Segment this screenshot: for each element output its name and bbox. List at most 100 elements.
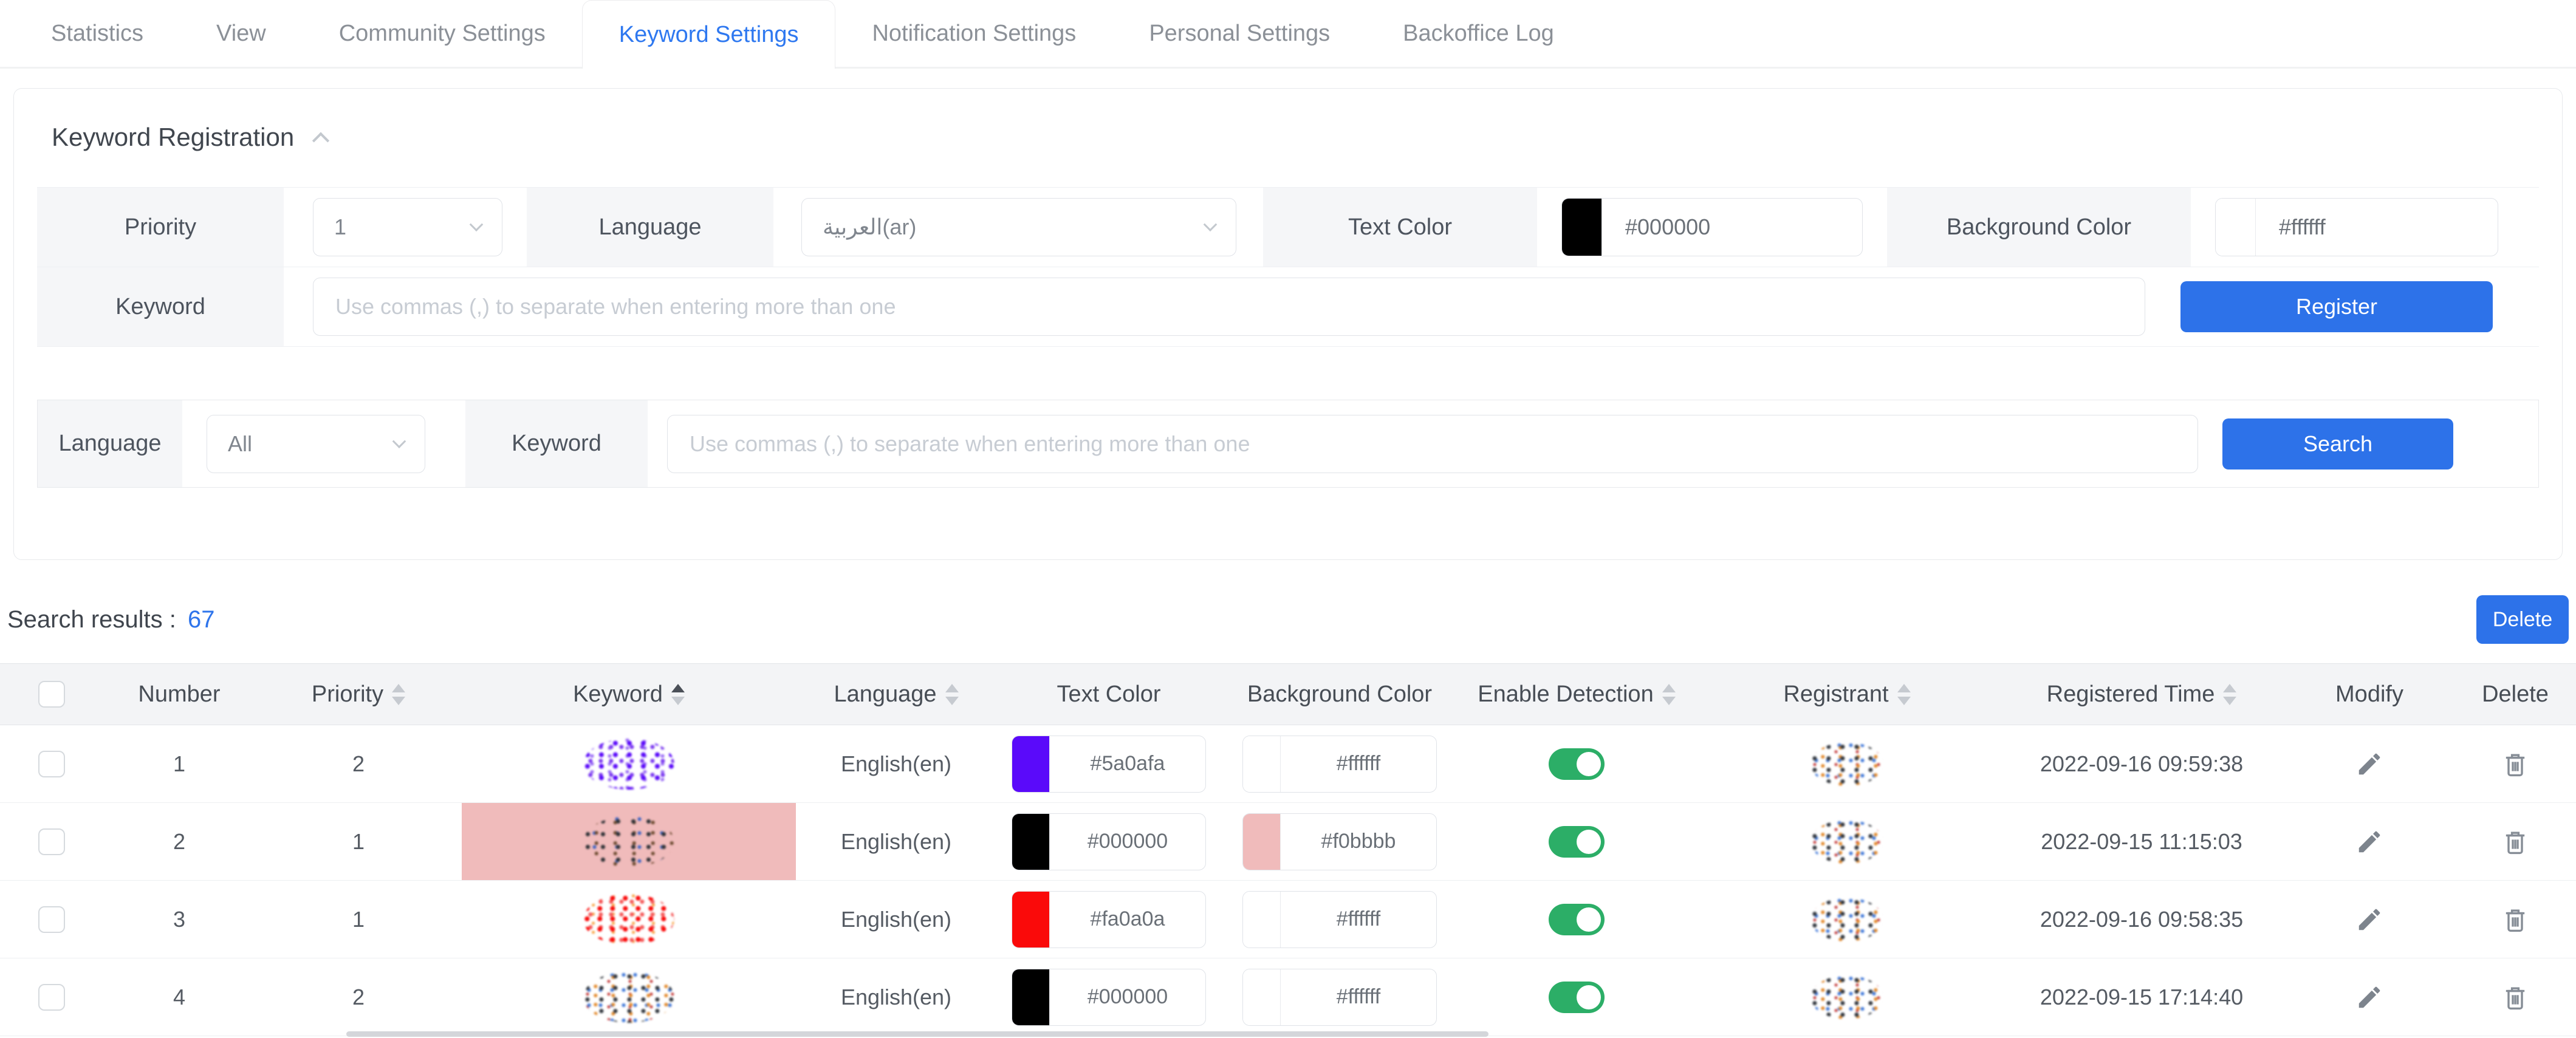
tab-backoffice-log[interactable]: Backoffice Log: [1366, 0, 1591, 67]
tab-community-settings[interactable]: Community Settings: [303, 0, 582, 67]
cell-number: 3: [103, 881, 255, 958]
header-registered-time-label: Registered Time: [2047, 681, 2215, 708]
register-button[interactable]: Register: [2180, 281, 2493, 332]
keyword-registration-form: Priority 1 Language العربية(ar) Text Col…: [37, 187, 2539, 347]
text-color-label: Text Color: [1263, 188, 1537, 267]
language-select[interactable]: العربية(ar): [801, 198, 1236, 256]
search-results-count: 67: [188, 606, 215, 633]
modify-button[interactable]: [2355, 750, 2383, 778]
chevron-down-icon: [470, 217, 484, 231]
select-all-checkbox[interactable]: [38, 681, 65, 708]
cell-language: English(en): [796, 958, 996, 1036]
header-registered-time[interactable]: Registered Time: [1999, 664, 2284, 725]
cell-keyword: [462, 958, 796, 1036]
row-checkbox[interactable]: [38, 984, 65, 1011]
delete-button[interactable]: [2501, 749, 2530, 779]
row-background-color-input[interactable]: #ffffff: [1242, 969, 1437, 1026]
tab-personal-settings[interactable]: Personal Settings: [1112, 0, 1366, 67]
enable-detection-toggle[interactable]: [1549, 826, 1605, 858]
search-language-select[interactable]: All: [207, 415, 425, 473]
keyword-input[interactable]: [313, 278, 2145, 336]
text-color-hex: #5a0afa: [1050, 736, 1205, 792]
text-color-input[interactable]: #000000: [1561, 198, 1863, 256]
horizontal-scrollbar[interactable]: [346, 1031, 1488, 1037]
cell-priority: 1: [255, 803, 462, 880]
row-text-color-input[interactable]: #5a0afa: [1012, 736, 1206, 793]
row-background-color-input[interactable]: #f0bbbb: [1242, 813, 1437, 870]
sort-arrows-icon[interactable]: [671, 684, 685, 705]
text-color-swatch: [1012, 969, 1050, 1025]
tab-statistics[interactable]: Statistics: [15, 0, 180, 67]
pencil-icon: [2355, 983, 2383, 1011]
search-keyword-input[interactable]: [667, 415, 2198, 473]
header-keyword[interactable]: Keyword: [462, 664, 796, 725]
sort-arrows-icon[interactable]: [945, 684, 959, 705]
cell-registered-time: 2022-09-15 11:15:03: [1999, 803, 2284, 880]
sort-arrows-icon[interactable]: [2223, 684, 2236, 705]
tab-bar: Statistics View Community Settings Keywo…: [0, 0, 2576, 69]
header-language[interactable]: Language: [796, 664, 996, 725]
background-color-label: Background Color: [1887, 188, 2191, 267]
row-text-color-input[interactable]: #000000: [1012, 813, 1206, 870]
text-color-hex: #000000: [1050, 814, 1205, 870]
modify-button[interactable]: [2355, 828, 2383, 856]
text-color-hex: #fa0a0a: [1050, 892, 1205, 948]
row-text-color-input[interactable]: #fa0a0a: [1012, 891, 1206, 948]
row-text-color-input[interactable]: #000000: [1012, 969, 1206, 1026]
sort-arrows-icon[interactable]: [1897, 684, 1911, 705]
tab-notification-settings[interactable]: Notification Settings: [835, 0, 1112, 67]
cell-number: 4: [103, 958, 255, 1036]
pencil-icon: [2355, 750, 2383, 778]
text-color-hex: #000000: [1050, 969, 1205, 1025]
row-checkbox[interactable]: [38, 751, 65, 777]
text-color-hex: #000000: [1602, 199, 1862, 256]
header-registrant-label: Registrant: [1783, 681, 1888, 708]
table-row: 2 1 English(en) #000000 #f0bbbb: [0, 803, 2576, 881]
registrant-blurred-text: [1810, 820, 1883, 864]
background-color-input[interactable]: #ffffff: [2215, 198, 2498, 256]
table-header-row: Number Priority Keyword Language Text Co…: [0, 663, 2576, 725]
delete-button[interactable]: [2501, 827, 2530, 856]
delete-button[interactable]: [2501, 983, 2530, 1012]
background-color-hex: #ffffff: [2256, 199, 2498, 256]
cell-registered-time: 2022-09-15 17:14:40: [1999, 958, 2284, 1036]
tab-keyword-settings[interactable]: Keyword Settings: [582, 0, 836, 69]
row-checkbox[interactable]: [38, 906, 65, 933]
keyword-label: Keyword: [37, 267, 284, 346]
sort-arrows-icon[interactable]: [392, 684, 405, 705]
header-keyword-label: Keyword: [573, 681, 663, 708]
sort-arrows-icon[interactable]: [1662, 684, 1676, 705]
priority-select[interactable]: 1: [313, 198, 502, 256]
priority-select-value: 1: [334, 214, 346, 240]
cell-language: English(en): [796, 803, 996, 880]
modify-button[interactable]: [2355, 906, 2383, 934]
search-button[interactable]: Search: [2222, 418, 2453, 469]
chevron-up-icon[interactable]: [312, 132, 329, 149]
header-registrant[interactable]: Registrant: [1695, 664, 1999, 725]
cell-registered-time: 2022-09-16 09:58:35: [1999, 881, 2284, 958]
cell-language: English(en): [796, 881, 996, 958]
enable-detection-toggle[interactable]: [1549, 748, 1605, 780]
trash-icon: [2501, 983, 2530, 1012]
chevron-down-icon: [392, 434, 406, 448]
header-enable-detection[interactable]: Enable Detection: [1458, 664, 1695, 725]
tab-view[interactable]: View: [180, 0, 303, 67]
delete-button[interactable]: [2501, 905, 2530, 934]
cell-priority: 2: [255, 725, 462, 802]
row-checkbox[interactable]: [38, 828, 65, 855]
bulk-delete-button[interactable]: Delete: [2476, 595, 2569, 644]
cell-keyword: [462, 803, 796, 880]
header-background-color: Background Color: [1221, 664, 1458, 725]
header-priority[interactable]: Priority: [255, 664, 462, 725]
language-label: Language: [527, 188, 773, 267]
form-row-1: Priority 1 Language العربية(ar) Text Col…: [37, 188, 2539, 267]
enable-detection-toggle[interactable]: [1549, 904, 1605, 935]
enable-detection-toggle[interactable]: [1549, 982, 1605, 1013]
row-background-color-input[interactable]: #ffffff: [1242, 736, 1437, 793]
pencil-icon: [2355, 906, 2383, 934]
pencil-icon: [2355, 828, 2383, 856]
row-background-color-input[interactable]: #ffffff: [1242, 891, 1437, 948]
search-results-text: Search results :: [7, 606, 176, 633]
modify-button[interactable]: [2355, 983, 2383, 1011]
header-number: Number: [103, 664, 255, 725]
